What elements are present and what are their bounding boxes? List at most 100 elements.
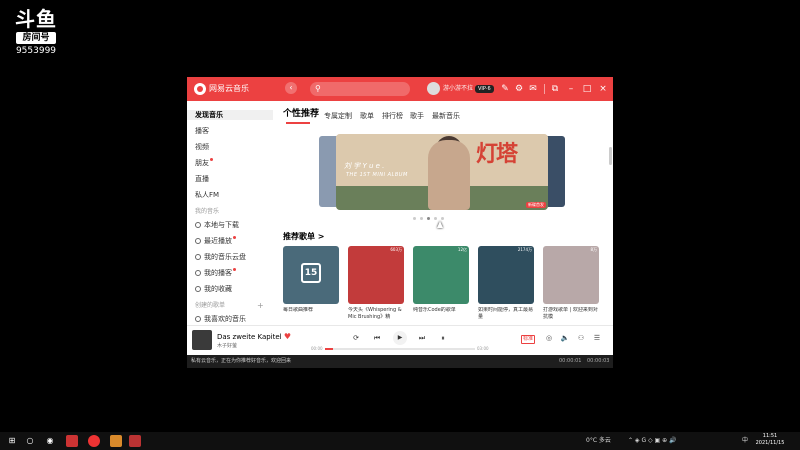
back-arrow-icon[interactable]: ‹ xyxy=(285,82,297,94)
banner-dot[interactable] xyxy=(413,217,416,220)
banner-dot-active[interactable] xyxy=(427,217,430,220)
sidebar-item-video[interactable]: 视频 xyxy=(195,142,209,152)
sidebar-item-my-podcast[interactable]: 我的播客 xyxy=(195,268,236,278)
weather-widget[interactable]: 0°C 多云 xyxy=(586,435,611,447)
mini-mode-icon[interactable]: ⧉ xyxy=(549,82,561,96)
sidebar-item-podcast[interactable]: 播客 xyxy=(195,126,209,136)
song-title[interactable]: Das zweite Kapitel ♥ xyxy=(217,332,291,342)
sidebar-item-cloud[interactable]: 我的音乐云盘 xyxy=(195,252,246,262)
playlist-card[interactable]: 2174万 xyxy=(478,246,534,304)
windows-start-icon[interactable]: ⊞ xyxy=(6,435,18,447)
netease-music-icon[interactable] xyxy=(88,435,100,447)
sidebar-item-fm[interactable]: 私人FM xyxy=(195,190,219,200)
chrome-icon[interactable]: ◉ xyxy=(44,435,56,447)
sidebar-item-label: 朋友 xyxy=(195,159,209,167)
star-icon xyxy=(195,286,201,292)
tab-custom[interactable]: 专属定制 xyxy=(324,111,352,121)
banner-dot[interactable] xyxy=(420,217,423,220)
taskbar: ⊞ ○ ◉ 0°C 多云 ⌃ ◈ G ◇ ▣ ⊕ 🔊 中 11:51 2021/… xyxy=(0,432,800,450)
app-name: 网易云音乐 xyxy=(209,84,249,93)
tab-personal[interactable]: 个性推荐 xyxy=(283,109,319,119)
skin-icon[interactable]: ✎ xyxy=(499,82,511,96)
playlist-card[interactable]: 603万 xyxy=(348,246,404,304)
brand-name: 斗鱼 xyxy=(15,7,57,31)
play-button[interactable]: ▶ xyxy=(393,331,407,345)
sidebar-item-local[interactable]: 本地与下载 xyxy=(195,220,239,230)
playlist-caption[interactable]: 打游戏歌单 | 欢迎来到对抗模 xyxy=(543,307,599,321)
song-artist[interactable]: 木子好萤 xyxy=(217,343,237,350)
playlist-card[interactable]: 12亿 xyxy=(413,246,469,304)
sidebar-item-label: 我的音乐云盘 xyxy=(204,253,246,261)
section-title[interactable]: 推荐歌单 > xyxy=(283,231,325,243)
player-bar: Das zweite Kapitel ♥ 木子好萤 ⟳ ⏮ ▶ ⏭ ⏸ 00:0… xyxy=(187,325,613,356)
app-icon-3[interactable] xyxy=(110,435,122,447)
volume-icon[interactable]: 🔈 xyxy=(560,333,570,343)
add-playlist-icon[interactable]: + xyxy=(257,302,264,310)
tab-new-music[interactable]: 最新音乐 xyxy=(432,111,460,121)
my-music-heading: 我的音乐 xyxy=(195,208,220,215)
playlist-caption[interactable]: 如果时间能停，真工最易量 xyxy=(478,307,534,321)
vip-badge[interactable]: VIP·6 xyxy=(475,85,494,93)
playlist-caption[interactable]: 每日歌曲推荐 xyxy=(283,307,339,321)
username[interactable]: 游小游不拉 xyxy=(443,83,473,95)
sound-effect-icon[interactable]: ◎ xyxy=(544,333,554,343)
tray-icons[interactable]: ⌃ ◈ G ◇ ▣ ⊕ 🔊 xyxy=(628,435,677,447)
sidebar-item-live[interactable]: 直播 xyxy=(195,174,209,184)
sidebar-item-recent[interactable]: 最近播放 xyxy=(195,236,236,246)
search-input[interactable]: ⚲ xyxy=(310,82,410,96)
progress-bar[interactable] xyxy=(325,348,475,350)
title-bar: 网易云音乐 ‹ › ⚲ ● 游小游不拉 VIP·6 ✎ ⚙ ✉ ⧉ – □ × xyxy=(187,77,613,101)
tab-charts[interactable]: 排行榜 xyxy=(382,111,403,121)
loop-mode-icon[interactable]: ⟳ xyxy=(350,332,362,344)
sidebar-item-favorites[interactable]: 我的收藏 xyxy=(195,284,232,294)
scrollbar[interactable] xyxy=(609,147,612,165)
like-heart-icon[interactable]: ♥ xyxy=(284,332,291,341)
friends-listen-icon[interactable]: ⚇ xyxy=(576,333,586,343)
app-icon-1[interactable] xyxy=(66,435,78,447)
previous-track-icon[interactable]: ⏮ xyxy=(371,332,383,344)
banner-dot[interactable] xyxy=(434,217,437,220)
podcast-icon xyxy=(195,270,201,276)
playlist-caption[interactable]: 今天头《Whispering & Mic Brushing》精 xyxy=(348,307,404,321)
sidebar-item-label: 我的播客 xyxy=(204,269,232,277)
minimize-icon[interactable]: – xyxy=(565,82,577,96)
app-icon-4[interactable] xyxy=(129,435,141,447)
banner[interactable]: 灯塔 刘 宇 Y u e . THE 1ST MINI ALBUM 新碟首发 xyxy=(336,134,548,210)
status-bar: 私有云音乐，正在为你推荐好音乐，欢迎回来 00:00:01 00:00:03 xyxy=(187,355,613,368)
mail-icon[interactable]: ✉ xyxy=(527,82,539,96)
sidebar-item-friends[interactable]: 朋友 xyxy=(195,158,213,168)
active-tab-underline xyxy=(286,122,310,124)
clock-date: 2021/11/15 xyxy=(755,440,785,446)
banner-tag: 新碟首发 xyxy=(526,202,546,208)
cloud-icon xyxy=(195,254,201,260)
tab-playlists[interactable]: 歌单 xyxy=(360,111,374,121)
maximize-icon[interactable]: □ xyxy=(581,82,593,96)
banner-dot[interactable] xyxy=(441,217,444,220)
play-count: 603万 xyxy=(390,247,402,252)
search-icon: ⚲ xyxy=(315,84,321,93)
input-lang[interactable]: 中 xyxy=(742,435,748,447)
titlebar-divider xyxy=(544,84,545,94)
avatar[interactable] xyxy=(427,82,440,95)
settings-icon[interactable]: ⚙ xyxy=(513,82,525,96)
playlist-card[interactable]: 8万 xyxy=(543,246,599,304)
sidebar-item-discover[interactable]: 发现音乐 xyxy=(187,110,273,120)
album-cover[interactable] xyxy=(192,330,212,350)
playlist-icon[interactable]: ☰ xyxy=(592,333,602,343)
notification-dot xyxy=(233,236,236,239)
taskbar-clock[interactable]: 11:51 2021/11/15 xyxy=(752,433,788,447)
playlist-caption[interactable]: 纯音乐Code的歌单 xyxy=(413,307,469,321)
status-time-right: 00:00:03 xyxy=(587,358,610,364)
next-track-icon[interactable]: ⏭ xyxy=(416,332,428,344)
quality-badge[interactable]: 标准 xyxy=(521,335,536,344)
song-name: Das zweite Kapitel xyxy=(217,333,282,341)
search-icon[interactable]: ○ xyxy=(24,435,36,447)
tab-artists[interactable]: 歌手 xyxy=(410,111,424,121)
sidebar-item-liked[interactable]: 我喜欢的音乐 xyxy=(195,314,246,324)
created-playlists-heading: 创建的歌单 xyxy=(195,302,226,309)
lyrics-icon[interactable]: ⏸ xyxy=(437,332,449,344)
close-icon[interactable]: × xyxy=(597,82,609,96)
room-number: 9553999 xyxy=(15,46,57,56)
room-label: 房间号 xyxy=(16,32,56,44)
playlist-card-daily[interactable]: 15 xyxy=(283,246,339,304)
